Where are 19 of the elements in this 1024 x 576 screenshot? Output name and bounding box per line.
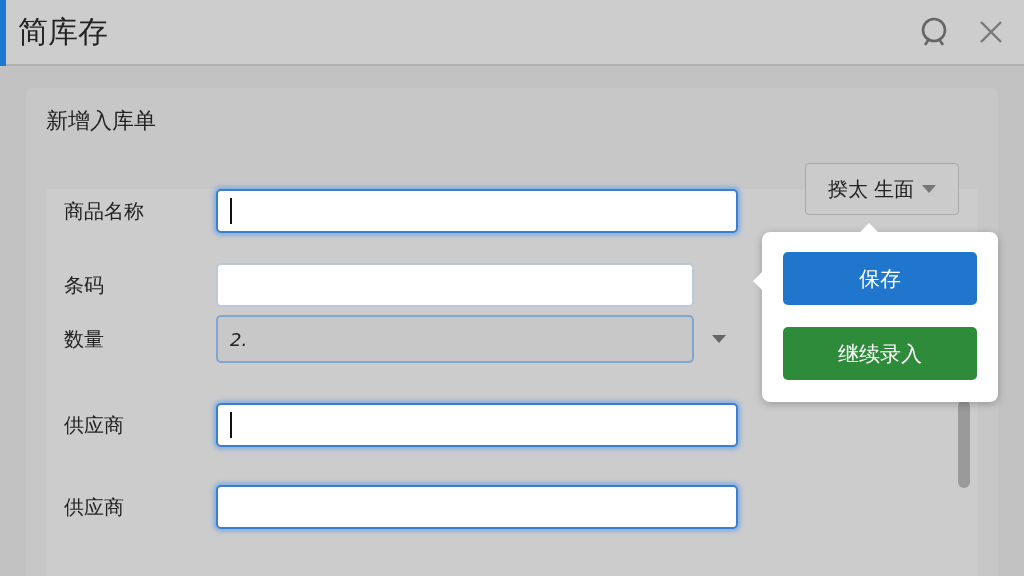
dropdown-button[interactable]: 揆太 生面	[805, 163, 959, 215]
quantity-field[interactable]: 2.	[216, 315, 694, 363]
field-label: 条码	[64, 271, 105, 299]
continue-button[interactable]: 继续录入	[783, 327, 977, 380]
field-label: 供应商	[64, 411, 125, 439]
save-button[interactable]: 保存	[783, 252, 977, 305]
field-label: 商品名称	[64, 197, 145, 225]
input-field[interactable]	[216, 263, 694, 307]
field-label: 数量	[64, 325, 105, 353]
app-title: 简库存	[18, 12, 109, 51]
field-label: 供应商	[64, 493, 125, 521]
caret-icon[interactable]	[712, 335, 726, 343]
input-field[interactable]	[216, 403, 738, 447]
input-field[interactable]	[216, 189, 738, 233]
scrollbar[interactable]	[958, 400, 970, 488]
form-title: 新增入库单	[46, 107, 157, 135]
close-icon[interactable]	[978, 19, 1004, 45]
caret-icon	[922, 185, 937, 193]
input-field[interactable]	[216, 485, 738, 529]
